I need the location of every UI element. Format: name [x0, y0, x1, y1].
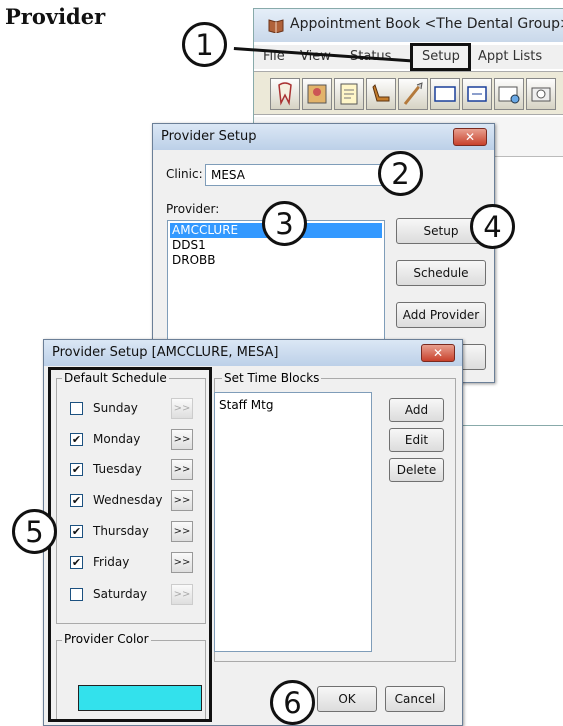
list-item[interactable]: Staff Mtg — [217, 398, 273, 413]
ok-button[interactable]: OK — [317, 686, 377, 712]
default-schedule-highlight — [48, 367, 212, 722]
schedule-tool-icon[interactable] — [462, 78, 492, 110]
add-provider-button[interactable]: Add Provider — [396, 302, 486, 328]
cancel-button[interactable]: Cancel — [385, 686, 445, 712]
close-icon[interactable]: ✕ — [453, 128, 487, 146]
tooth-tool-icon[interactable] — [270, 78, 300, 110]
patient-tool-icon[interactable] — [302, 78, 332, 110]
appointment-book-titlebar: Appointment Book <The Dental Group> — [254, 9, 563, 42]
callout-4: 4 — [470, 204, 515, 249]
callout-6: 6 — [270, 680, 315, 725]
provider-detail-titlebar: Provider Setup [AMCCLURE, MESA] ✕ — [44, 340, 462, 366]
time-blocks-list[interactable]: Staff Mtg — [214, 392, 372, 652]
provider-label: Provider: — [166, 202, 220, 216]
set-time-blocks-label: Set Time Blocks — [222, 371, 322, 385]
appointment-book-title: Appointment Book <The Dental Group> — [290, 16, 563, 32]
list-item[interactable]: DDS1 — [170, 238, 206, 253]
clinic-select-value: MESA — [211, 168, 245, 182]
provider-setup-title: Provider Setup — [161, 129, 257, 144]
provider-detail-title: Provider Setup [AMCCLURE, MESA] — [52, 345, 279, 360]
book-icon — [268, 19, 284, 33]
appointment-tool-icon[interactable] — [430, 78, 460, 110]
search-tool-icon[interactable] — [494, 78, 524, 110]
schedule-button[interactable]: Schedule — [396, 260, 486, 286]
instrument-tool-icon[interactable] — [398, 78, 428, 110]
chair-tool-icon[interactable] — [366, 78, 396, 110]
setup-menu-highlight — [410, 43, 471, 71]
close-icon[interactable]: ✕ — [421, 344, 455, 362]
camera-tool-icon[interactable] — [526, 78, 556, 110]
clinic-label: Clinic: — [166, 167, 203, 181]
appointment-book-menubar: File View Status Setup Appt Lists — [254, 45, 563, 69]
menu-appt-lists[interactable]: Appt Lists — [478, 49, 542, 64]
edit-time-block-button[interactable]: Edit — [389, 428, 444, 452]
provider-setup-titlebar: Provider Setup ✕ — [153, 124, 494, 150]
appointment-book-toolbar — [254, 71, 563, 115]
add-time-block-button[interactable]: Add — [389, 398, 444, 422]
callout-2: 2 — [378, 151, 423, 196]
callout-1: 1 — [182, 22, 227, 67]
page-heading: Provider — [5, 4, 106, 29]
delete-time-block-button[interactable]: Delete — [389, 458, 444, 482]
callout-5: 5 — [12, 509, 57, 554]
list-item[interactable]: DROBB — [170, 253, 216, 268]
notes-tool-icon[interactable] — [334, 78, 364, 110]
callout-3: 3 — [262, 201, 307, 246]
